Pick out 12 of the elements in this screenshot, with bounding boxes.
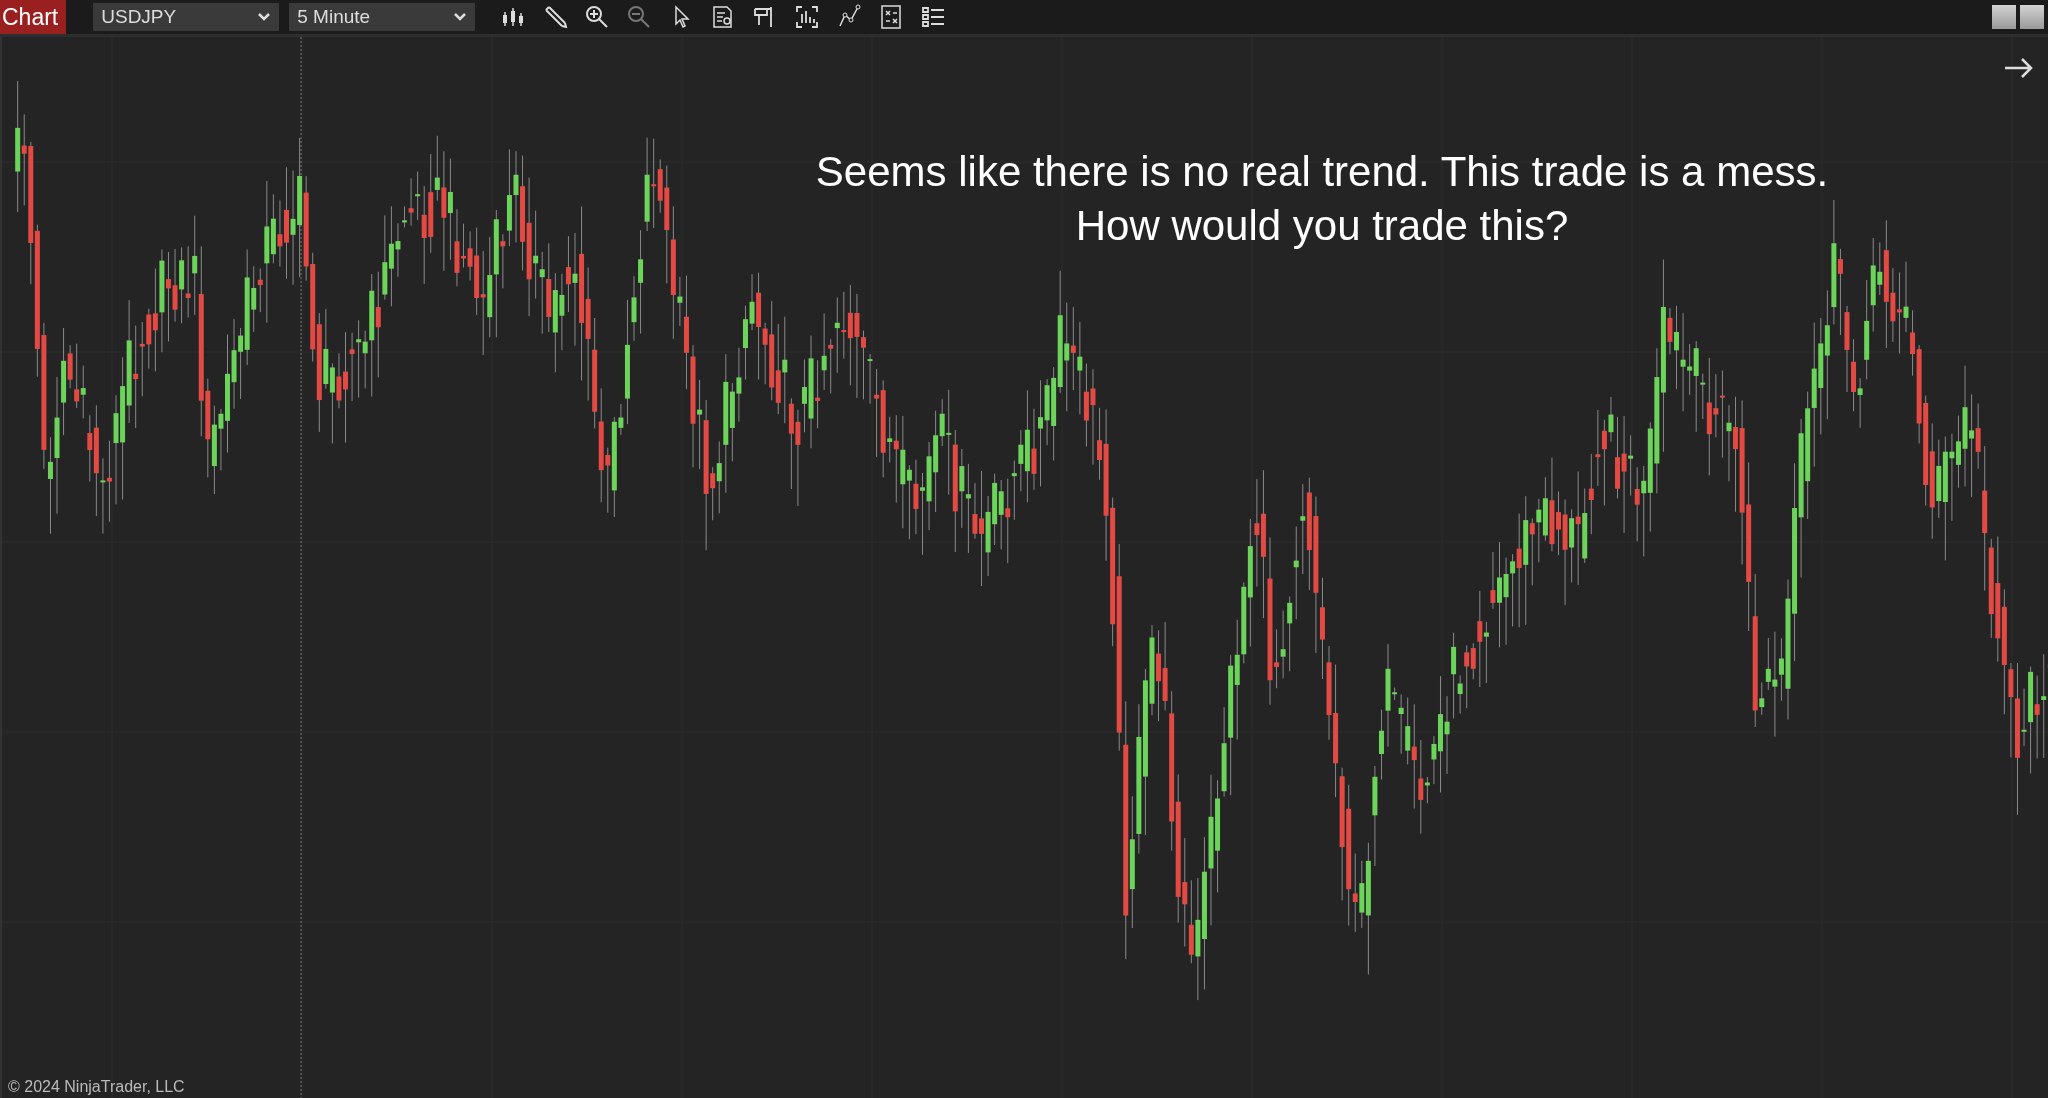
chevron-down-icon xyxy=(453,12,468,22)
instrument-dropdown[interactable]: USDJPY xyxy=(93,3,280,31)
copyright-text: © 2024 NinjaTrader, LLC xyxy=(8,1078,185,1096)
annotation-text: Seems like there is no real trend. This trade is a mess. xyxy=(815,147,1829,197)
arrow-right-icon[interactable] xyxy=(2004,57,2034,79)
bar-chart-icon[interactable] xyxy=(794,4,821,30)
interval-dropdown[interactable]: 5 Minute xyxy=(289,3,476,31)
chevron-down-icon xyxy=(257,12,272,22)
pencil-icon[interactable] xyxy=(542,4,569,30)
annotation-text: How would you trade this? xyxy=(1075,201,1569,251)
chart-tab-title[interactable]: Chart xyxy=(0,0,67,34)
list-icon[interactable] xyxy=(920,4,947,30)
